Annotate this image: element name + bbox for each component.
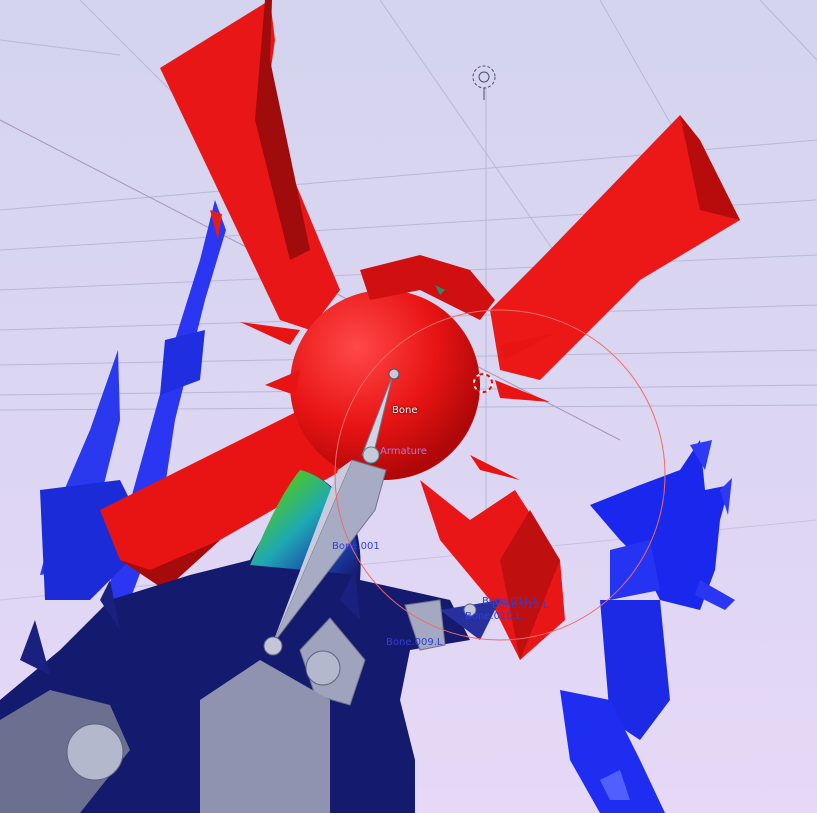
bone-010-l-label[interactable]: Bone.010.L (465, 612, 521, 622)
crosshair-icon[interactable] (472, 65, 496, 100)
bone-009-l-label[interactable]: Bone.009.L (386, 638, 442, 648)
bone-label[interactable]: Bone (392, 406, 417, 416)
armature-label[interactable]: Armature (380, 447, 427, 457)
bone-001-label[interactable]: Bone.001 (332, 542, 380, 552)
bone-012-l-label[interactable]: Bone.012.L (492, 601, 548, 611)
blue-mesh-right (560, 440, 735, 813)
3d-viewport[interactable]: Bone Armature Bone.001 Bone.009.L Bone.0… (0, 0, 817, 813)
